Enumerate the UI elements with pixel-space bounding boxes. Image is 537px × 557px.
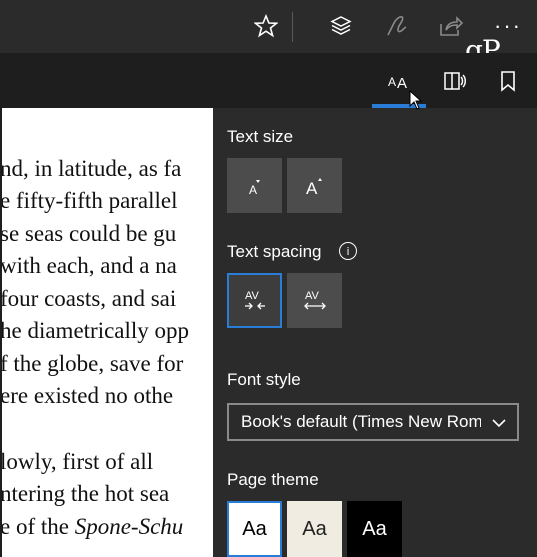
text-spacing-title: Text spacing bbox=[227, 242, 322, 261]
reader-line: e of the Spone-Schu bbox=[0, 514, 184, 539]
svg-text:A: A bbox=[306, 179, 318, 198]
reader-left-border bbox=[0, 108, 2, 557]
font-style-dropdown[interactable]: Book's default (Times New Roman) bbox=[227, 403, 519, 441]
mouse-cursor-icon bbox=[409, 89, 423, 115]
font-style-title: Font style bbox=[227, 370, 301, 389]
browser-toolbar: ··· bbox=[0, 0, 537, 53]
theme-sepia-label: Aa bbox=[302, 517, 327, 540]
bookmark-icon[interactable] bbox=[495, 53, 521, 108]
theme-dark-label: Aa bbox=[362, 517, 387, 540]
reader-line: four coasts, and sai bbox=[0, 286, 177, 311]
font-style-value: Book's default (Times New Roman) bbox=[241, 412, 481, 431]
info-icon[interactable]: i bbox=[339, 242, 357, 260]
wide-spacing-button[interactable]: AV bbox=[287, 273, 342, 328]
svg-text:A: A bbox=[388, 75, 396, 89]
web-note-pen-icon[interactable] bbox=[379, 8, 415, 44]
reader-line: ere existed no othe bbox=[0, 383, 174, 408]
page-theme-title: Page theme bbox=[227, 470, 319, 489]
reader-italic-title: Spone-Schu bbox=[74, 514, 184, 539]
narrow-spacing-button[interactable]: AV bbox=[227, 273, 282, 328]
reader-line: se seas could be gu bbox=[0, 221, 177, 246]
reading-pane: nd, in latitude, as fa e fifty-fifth par… bbox=[0, 108, 213, 557]
reader-line: he diametrically opp bbox=[0, 318, 190, 343]
toolbar-divider bbox=[292, 12, 293, 42]
favorites-star-icon[interactable] bbox=[248, 8, 284, 44]
theme-light-button[interactable]: Aa bbox=[227, 501, 282, 557]
text-options-panel: Text size A A Text spacing i AV AV Font … bbox=[213, 108, 537, 557]
svg-text:AV: AV bbox=[305, 290, 320, 302]
text-size-title: Text size bbox=[227, 127, 294, 146]
reader-line: lowly, first of all bbox=[0, 449, 154, 474]
reading-toolbar: AA bbox=[0, 53, 537, 108]
reader-line: e fifty-fifth parallel bbox=[0, 188, 178, 213]
reader-line: ntering the hot sea bbox=[0, 481, 170, 506]
svg-text:A: A bbox=[397, 75, 407, 91]
increase-text-size-button[interactable]: A bbox=[287, 158, 342, 213]
hub-layers-icon[interactable] bbox=[323, 8, 359, 44]
share-icon[interactable] bbox=[433, 8, 469, 44]
theme-sepia-button[interactable]: Aa bbox=[287, 501, 342, 557]
decrease-text-size-button[interactable]: A bbox=[227, 158, 282, 213]
reader-line: with each, and a na bbox=[0, 253, 177, 278]
read-aloud-icon[interactable] bbox=[440, 53, 470, 108]
svg-text:AV: AV bbox=[245, 290, 260, 302]
theme-light-label: Aa bbox=[242, 517, 267, 540]
reader-line: f the globe, save for bbox=[0, 351, 184, 376]
svg-text:A: A bbox=[249, 183, 257, 197]
theme-dark-button[interactable]: Aa bbox=[347, 501, 402, 557]
reader-line: nd, in latitude, as fa bbox=[0, 156, 182, 181]
chevron-down-icon bbox=[491, 415, 507, 435]
